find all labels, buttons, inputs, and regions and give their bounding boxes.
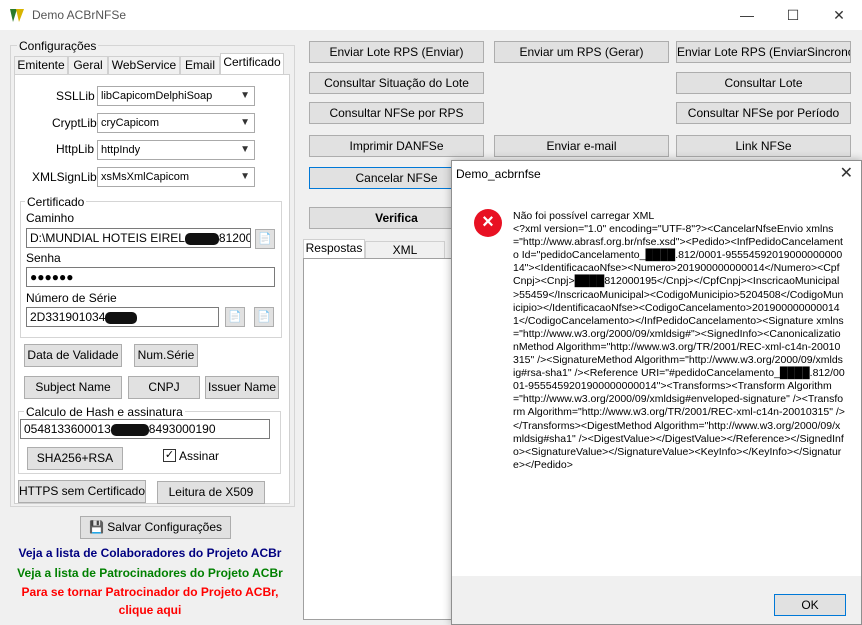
tornar-patrocinador-text[interactable]: Para se tornar Patrocinador do Projeto A… (0, 585, 300, 599)
httplib-value: httpIndy (101, 144, 141, 156)
clique-aqui-link[interactable]: clique aqui (0, 603, 300, 617)
tab-xml-resposta[interactable]: XML Resposta (365, 241, 445, 274)
enviar-email-button[interactable]: Enviar e-mail (494, 135, 669, 157)
tab-geral[interactable]: Geral (68, 56, 108, 74)
browse-file-icon[interactable]: 📄 (255, 229, 275, 249)
enviar-lote-button[interactable]: Enviar Lote RPS (Enviar) (309, 41, 484, 63)
caminho-value: D:\MUNDIAL HOTEIS EIREL (30, 231, 185, 245)
cryptlib-value: cryCapicom (101, 117, 160, 129)
patrocinadores-link[interactable]: Veja a lista de Patrocinadores do Projet… (0, 566, 300, 580)
caminho-input[interactable]: D:\MUNDIAL HOTEIS EIREL 8120001 (26, 228, 251, 248)
minimize-button[interactable]: — (724, 0, 770, 30)
redaction (105, 311, 138, 324)
error-dialog: Demo_acbrnfse ✕ × Não foi possível carre… (451, 160, 862, 625)
chevron-down-icon: ▼ (240, 144, 250, 155)
title-bar: Demo ACBrNFSe — ☐ ✕ (0, 0, 862, 30)
hash-value: 0548133600013 (24, 422, 111, 436)
senha-label: Senha (26, 251, 61, 265)
chevron-down-icon: ▼ (240, 117, 250, 128)
senha-input[interactable]: ●●●●●● (26, 267, 275, 287)
ok-button[interactable]: OK (774, 594, 846, 616)
link-nfse-button[interactable]: Link NFSe (676, 135, 851, 157)
assinar-label: Assinar (179, 449, 220, 463)
tab-emitente[interactable]: Emitente (14, 56, 68, 74)
xmlsignlib-select[interactable]: xsMsXmlCapicom ▼ (97, 167, 255, 187)
caminho-tail: 8120001 (218, 231, 251, 245)
caminho-label: Caminho (26, 211, 75, 225)
https-sem-certificado-button[interactable]: HTTPS sem Certificado (18, 480, 146, 503)
numero-serie-label: Número de Série (26, 291, 117, 305)
numero-serie-input[interactable]: 2D331901034 (26, 307, 219, 327)
configuracoes-label: Configurações (17, 39, 99, 53)
colaboradores-link[interactable]: Veja a lista de Colaboradores do Projeto… (0, 546, 300, 560)
close-button[interactable]: ✕ (816, 0, 862, 30)
xmlsignlib-value: xsMsXmlCapicom (101, 171, 190, 183)
dialog-footer: OK (452, 576, 861, 624)
dialog-close-icon[interactable]: ✕ (840, 163, 853, 183)
dialog-title: Demo_acbrnfse (456, 167, 541, 181)
redaction (110, 423, 149, 436)
hash-tail: 8493000190 (148, 422, 216, 436)
imprimir-danfse-button[interactable]: Imprimir DANFSe (309, 135, 484, 157)
save-icon: 💾 (88, 520, 104, 534)
maximize-button[interactable]: ☐ (770, 0, 816, 30)
tab-certificado[interactable]: Certificado (220, 53, 284, 75)
cryptlib-select[interactable]: cryCapicom ▼ (97, 113, 255, 133)
consultar-nfse-rps-button[interactable]: Consultar NFSe por RPS (309, 102, 484, 124)
consultar-situacao-button[interactable]: Consultar Situação do Lote (309, 72, 484, 94)
ssllib-value: libCapicomDelphiSoap (101, 90, 213, 102)
num-serie-button[interactable]: Num.Série (134, 344, 198, 367)
error-icon: × (474, 209, 502, 237)
tab-respostas[interactable]: Respostas (303, 239, 365, 259)
httplib-label: HttpLib (56, 142, 95, 156)
cnpj-button[interactable]: CNPJ (128, 376, 200, 399)
salvar-label: Salvar Configurações (107, 520, 223, 534)
subject-name-button[interactable]: Subject Name (24, 376, 122, 399)
window-title: Demo ACBrNFSe (32, 8, 127, 22)
select-cert-icon[interactable]: 📄 (225, 307, 245, 327)
dialog-message: Não foi possível carregar XML <?xml vers… (513, 210, 845, 471)
tab-email[interactable]: Email (180, 56, 220, 74)
consultar-lote-button[interactable]: Consultar Lote (676, 72, 851, 94)
hash-group-label: Calculo de Hash e assinatura (24, 405, 185, 419)
cryptlib-label: CryptLib (52, 116, 97, 130)
chevron-down-icon: ▼ (240, 90, 250, 101)
respostas-memo[interactable] (303, 258, 453, 620)
tab-webservice[interactable]: WebService (108, 56, 180, 74)
salvar-configuracoes-button[interactable]: 💾 Salvar Configurações (80, 516, 231, 539)
consultar-nfse-periodo-button[interactable]: Consultar NFSe por Período (676, 102, 851, 124)
app-logo-icon (8, 6, 26, 24)
enviar-um-rps-button[interactable]: Enviar um RPS (Gerar) (494, 41, 669, 63)
ssllib-select[interactable]: libCapicomDelphiSoap ▼ (97, 86, 255, 106)
cert-info-icon[interactable]: 📄 (254, 307, 274, 327)
assinar-checkbox[interactable]: ✓ (163, 449, 176, 462)
sha256-rsa-button[interactable]: SHA256+RSA (27, 447, 123, 470)
chevron-down-icon: ▼ (240, 171, 250, 182)
issuer-name-button[interactable]: Issuer Name (205, 376, 279, 399)
ssllib-label: SSLLib (56, 89, 95, 103)
hash-input[interactable]: 0548133600013 8493000190 (20, 419, 270, 439)
certificado-group-label: Certificado (25, 195, 87, 209)
redaction (184, 232, 219, 245)
data-validade-button[interactable]: Data de Validade (24, 344, 122, 367)
enviar-sincrono-button[interactable]: Enviar Lote RPS (EnviarSincrono) (676, 41, 851, 63)
leitura-x509-button[interactable]: Leitura de X509 (157, 481, 265, 504)
httplib-select[interactable]: httpIndy ▼ (97, 140, 255, 160)
xmlsignlib-label: XMLSignLib (32, 170, 97, 184)
numero-serie-value: 2D331901034 (30, 310, 106, 324)
